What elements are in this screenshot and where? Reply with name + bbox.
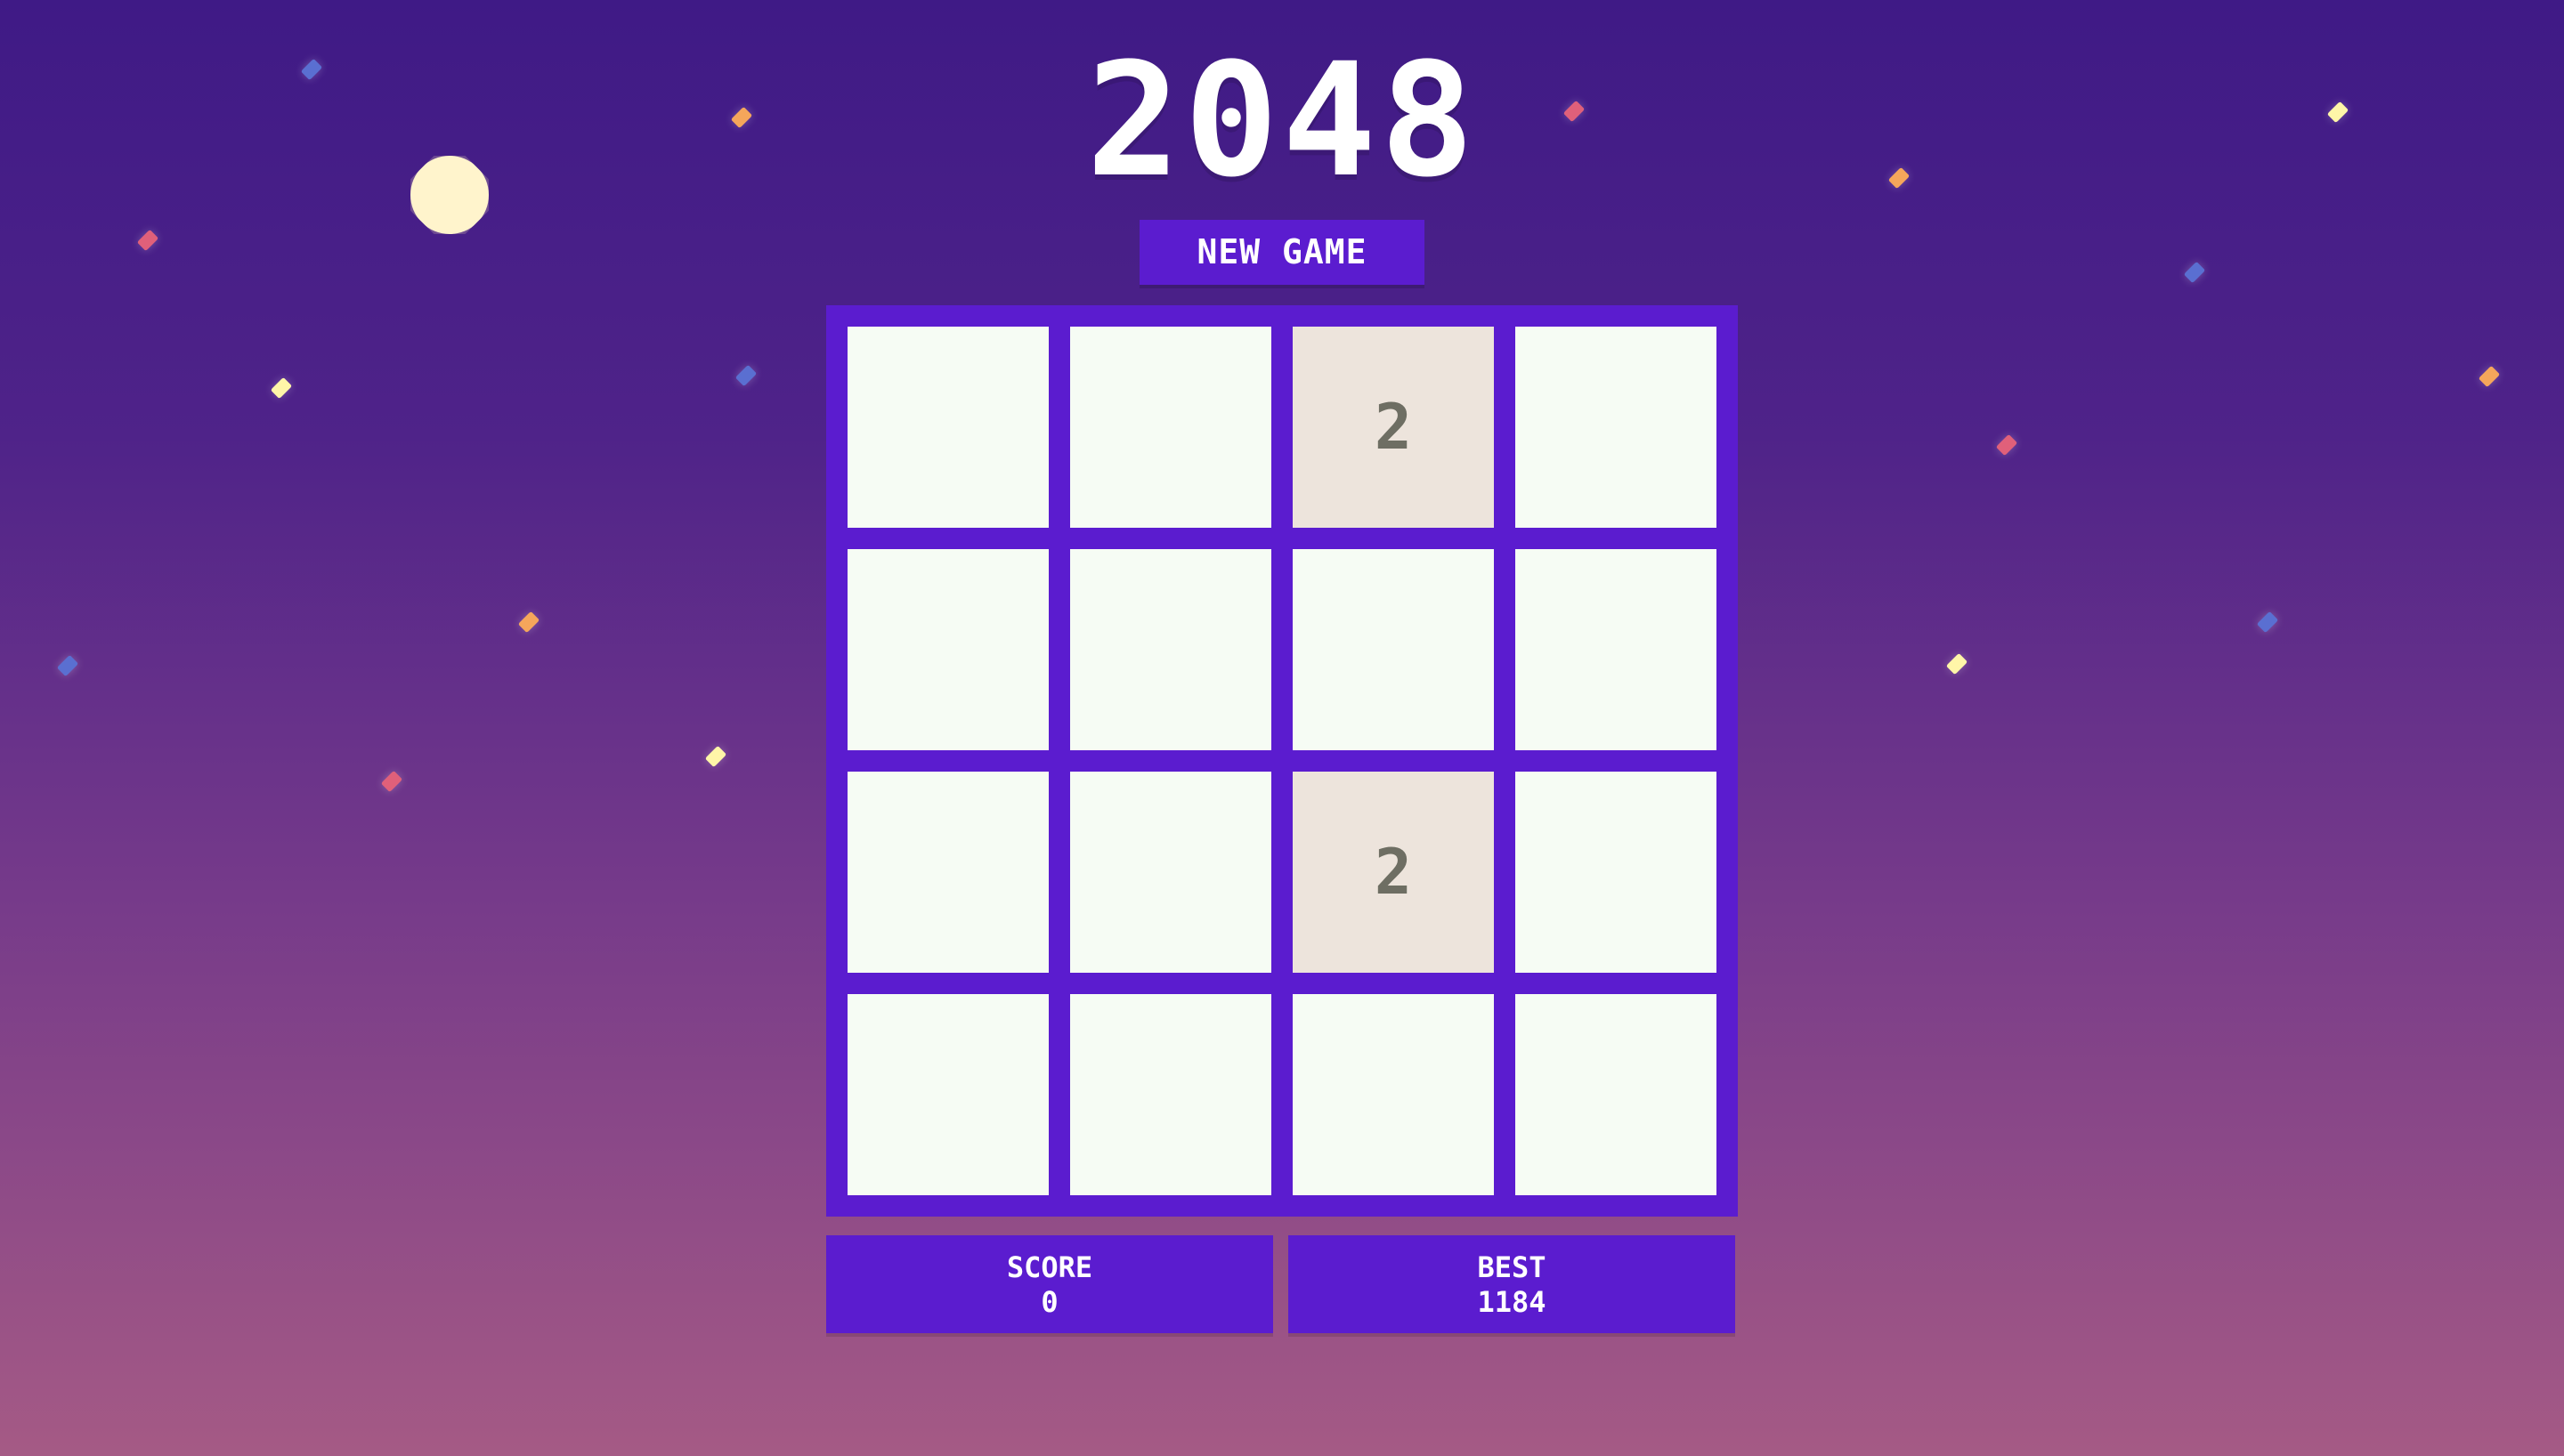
sparkle-icon <box>704 745 727 768</box>
game-board[interactable]: 2 2 <box>826 305 1738 1217</box>
tile-2: 2 <box>1293 772 1494 973</box>
score-label: SCORE <box>1006 1250 1093 1284</box>
sparkle-icon <box>56 654 79 677</box>
best-label: BEST <box>1477 1250 1546 1284</box>
board-cell <box>1070 327 1271 528</box>
board-cell <box>848 549 1049 750</box>
board-cell <box>1293 549 1494 750</box>
board-cell <box>848 994 1049 1195</box>
board-cell <box>1070 994 1271 1195</box>
sparkle-icon <box>1995 433 2018 457</box>
board-cell <box>848 772 1049 973</box>
score-box: SCORE 0 <box>826 1235 1273 1333</box>
best-value: 1184 <box>1477 1285 1546 1319</box>
tile-2: 2 <box>1293 327 1494 528</box>
game-title: 2048 <box>1086 29 1478 212</box>
sparkle-icon <box>734 364 758 387</box>
new-game-button[interactable]: NEW GAME <box>1140 220 1424 285</box>
board-cell <box>1293 994 1494 1195</box>
sparkle-icon <box>517 611 540 634</box>
sparkle-icon <box>380 770 403 793</box>
sparkle-icon <box>136 229 159 252</box>
board-cell <box>1070 772 1271 973</box>
board-cell <box>1515 549 1716 750</box>
board-cell <box>848 327 1049 528</box>
sparkle-icon <box>1945 652 1968 675</box>
board-cell <box>1070 549 1271 750</box>
best-score-box: BEST 1184 <box>1288 1235 1735 1333</box>
board-cell <box>1515 994 1716 1195</box>
board-cell <box>1515 327 1716 528</box>
sparkle-icon <box>2478 365 2501 388</box>
score-value: 0 <box>1041 1285 1059 1319</box>
sparkle-icon <box>2183 261 2206 284</box>
sparkle-icon <box>2256 611 2279 634</box>
board-cell <box>1515 772 1716 973</box>
sparkle-icon <box>270 376 293 400</box>
